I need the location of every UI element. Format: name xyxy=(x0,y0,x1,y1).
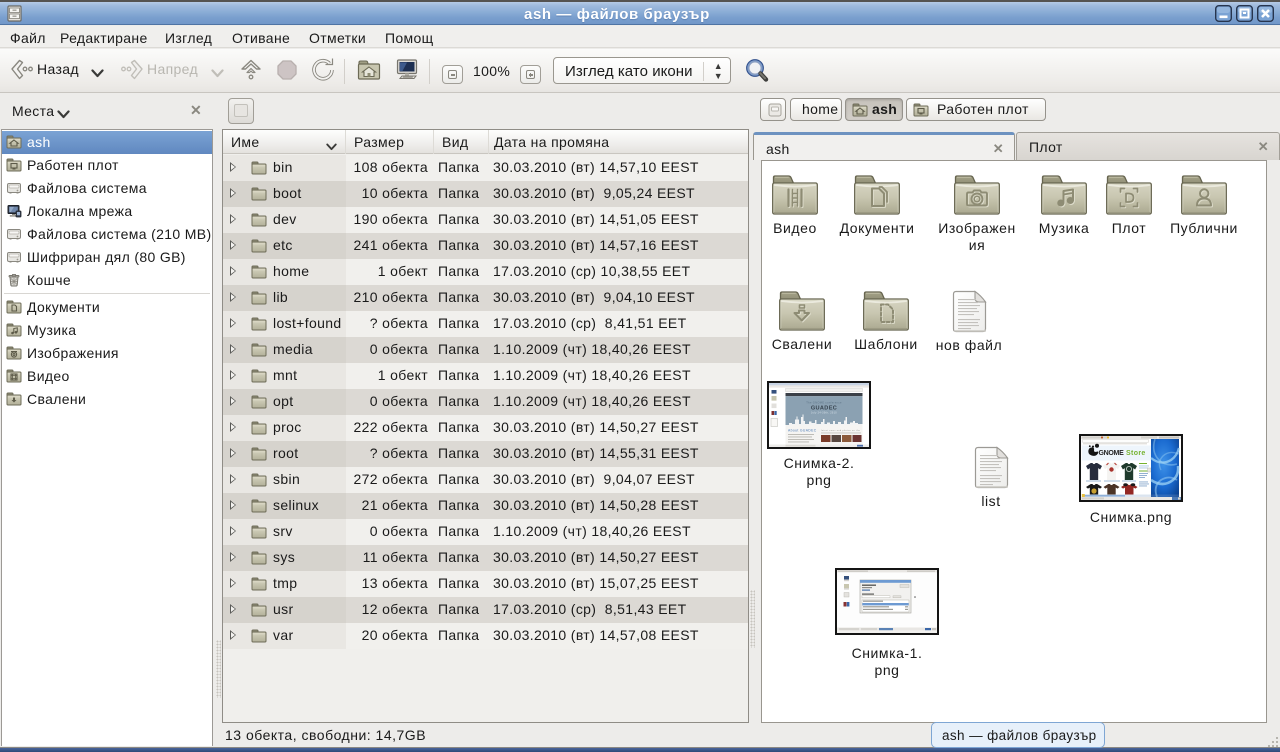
svg-text:About GUADEC: About GUADEC xyxy=(788,429,817,433)
svg-text:GNOME: GNOME xyxy=(1099,450,1125,457)
svg-text:latest news and photos on the: latest news and photos on the xyxy=(821,429,861,432)
svg-text:July 24-30th, 2010: July 24-30th, 2010 xyxy=(811,412,837,415)
svg-text:The GNOME conference: The GNOME conference xyxy=(806,401,842,405)
svg-text:Store: Store xyxy=(1126,450,1146,457)
